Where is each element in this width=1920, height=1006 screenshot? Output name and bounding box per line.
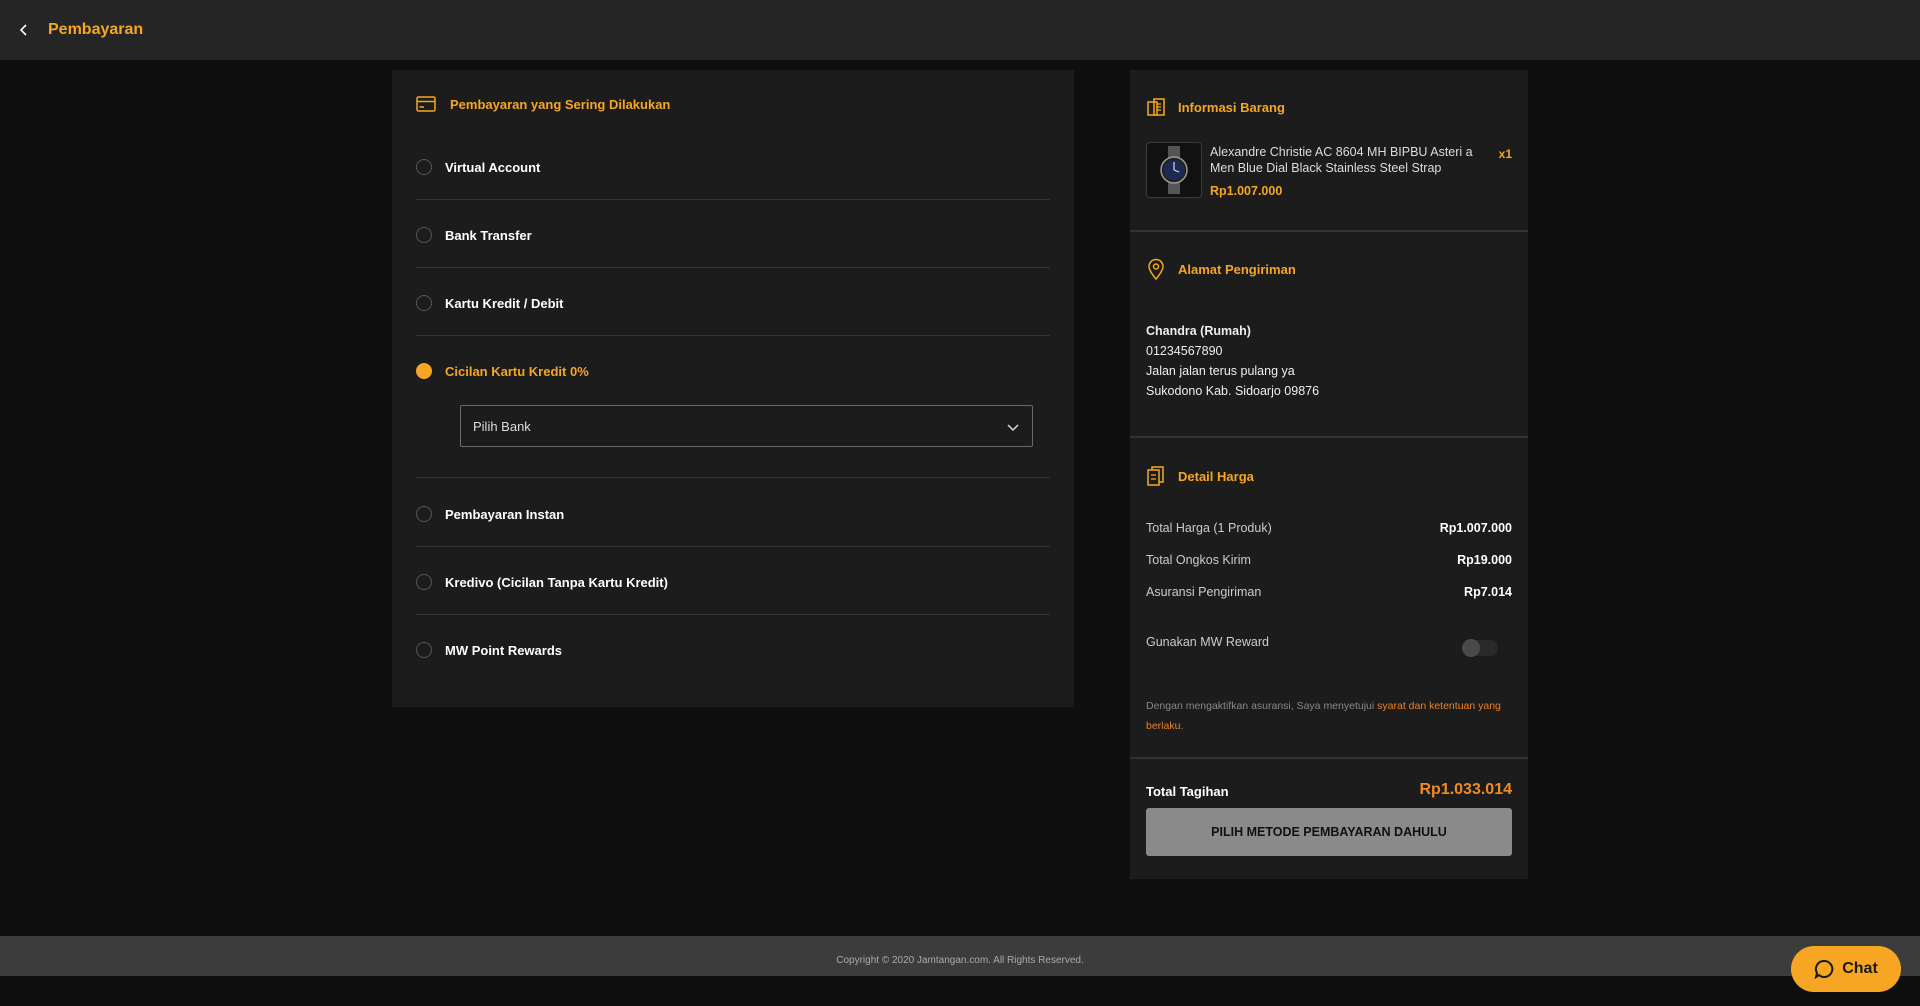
payment-section-title: Pembayaran yang Sering Dilakukan xyxy=(450,96,671,112)
price-row-label: Total Harga (1 Produk) xyxy=(1146,521,1272,535)
order-summary-panel: Informasi Barang Alexandre Christie AC 8… xyxy=(1130,70,1528,879)
method-label[interactable]: Pembayaran Instan xyxy=(445,507,564,522)
method-label[interactable]: Bank Transfer xyxy=(445,228,532,243)
chat-button[interactable]: Chat xyxy=(1791,946,1901,992)
product-thumbnail[interactable] xyxy=(1146,142,1202,198)
payment-methods-panel: Pembayaran yang Sering Dilakukan Virtual… xyxy=(392,70,1074,707)
document-icon xyxy=(1147,466,1164,486)
method-label[interactable]: Kredivo (Cicilan Tanpa Kartu Kredit) xyxy=(445,575,668,590)
mw-reward-toggle[interactable] xyxy=(1462,639,1498,657)
shipping-address-title: Alamat Pengiriman xyxy=(1178,261,1296,277)
radio-kredivo[interactable] xyxy=(416,574,432,590)
price-row-value: Rp19.000 xyxy=(1457,553,1512,567)
radio-credit-debit-card[interactable] xyxy=(416,295,432,311)
receipt-icon xyxy=(1147,98,1165,116)
radio-virtual-account[interactable] xyxy=(416,159,432,175)
product-price: Rp1.007.000 xyxy=(1210,184,1283,198)
total-bill-label: Total Tagihan xyxy=(1146,784,1229,799)
disclaimer-text: Dengan mengaktifkan asuransi, Saya menye… xyxy=(1146,700,1378,712)
item-info-section: Informasi Barang Alexandre Christie AC 8… xyxy=(1130,70,1528,232)
radio-mw-point-rewards[interactable] xyxy=(416,642,432,658)
recipient-phone: 01234567890 xyxy=(1146,344,1223,358)
product-name[interactable]: Alexandre Christie AC 8604 MH BIPBU Aste… xyxy=(1210,144,1480,176)
credit-card-icon xyxy=(416,96,436,112)
method-label[interactable]: Virtual Account xyxy=(445,160,540,175)
choose-payment-button[interactable]: PILIH METODE PEMBAYARAN DAHULU xyxy=(1146,808,1512,856)
address-street: Jalan jalan terus pulang ya xyxy=(1146,364,1295,378)
price-row-ongkos-kirim: Total Ongkos Kirim Rp19.000 xyxy=(1146,553,1512,567)
item-info-header: Informasi Barang xyxy=(1146,97,1285,117)
copyright-text: Copyright © 2020 Jamtangan.com. All Righ… xyxy=(836,955,1084,966)
insurance-disclaimer: Dengan mengaktifkan asuransi, Saya menye… xyxy=(1146,696,1516,736)
divider xyxy=(1130,757,1528,759)
chevron-left-icon xyxy=(19,24,27,36)
mw-reward-label: Gunakan MW Reward xyxy=(1146,635,1269,649)
method-virtual-account[interactable]: Virtual Account xyxy=(416,132,1050,200)
top-bar: Pembayaran xyxy=(0,0,1920,60)
total-bill-value: Rp1.033.014 xyxy=(1419,781,1512,798)
recipient-name: Chandra (Rumah) xyxy=(1146,324,1251,338)
mw-reward-row: Gunakan MW Reward xyxy=(1146,635,1512,649)
price-row-value: Rp7.014 xyxy=(1464,585,1512,599)
address-city: Sukodono Kab. Sidoarjo 09876 xyxy=(1146,384,1320,398)
radio-instant-payment[interactable] xyxy=(416,506,432,522)
method-label[interactable]: Kartu Kredit / Debit xyxy=(445,296,563,311)
price-detail-header: Detail Harga xyxy=(1146,465,1254,487)
radio-credit-installment[interactable] xyxy=(416,363,432,379)
method-label[interactable]: Cicilan Kartu Kredit 0% xyxy=(445,364,589,379)
method-label[interactable]: MW Point Rewards xyxy=(445,643,562,658)
shipping-address-header: Alamat Pengiriman xyxy=(1146,258,1296,280)
price-row-asuransi: Asuransi Pengiriman Rp7.014 xyxy=(1146,585,1512,599)
chevron-down-icon xyxy=(1007,424,1019,432)
back-button[interactable] xyxy=(12,18,36,42)
chat-bubble-icon xyxy=(1814,959,1834,979)
radio-bank-transfer[interactable] xyxy=(416,227,432,243)
method-instant-payment[interactable]: Pembayaran Instan xyxy=(416,479,1050,547)
method-kredivo[interactable]: Kredivo (Cicilan Tanpa Kartu Kredit) xyxy=(416,547,1050,615)
location-pin-icon xyxy=(1148,258,1164,280)
method-bank-transfer[interactable]: Bank Transfer xyxy=(416,200,1050,268)
method-credit-debit-card[interactable]: Kartu Kredit / Debit xyxy=(416,268,1050,336)
chat-label[interactable]: Chat xyxy=(1842,960,1878,978)
payment-section-header: Pembayaran yang Sering Dilakukan xyxy=(416,96,670,112)
bank-select-placeholder: Pilih Bank xyxy=(473,419,531,434)
watch-icon xyxy=(1160,146,1188,194)
item-info-title: Informasi Barang xyxy=(1178,99,1285,115)
price-row-label: Total Ongkos Kirim xyxy=(1146,553,1251,567)
product-quantity: x1 xyxy=(1498,147,1512,161)
page-title: Pembayaran xyxy=(48,21,144,38)
price-row-label: Asuransi Pengiriman xyxy=(1146,585,1262,599)
shipping-address-section: Alamat Pengiriman Chandra (Rumah) 012345… xyxy=(1130,232,1528,438)
toggle-knob xyxy=(1462,639,1480,657)
method-mw-point-rewards[interactable]: MW Point Rewards xyxy=(416,615,1050,683)
footer: Copyright © 2020 Jamtangan.com. All Righ… xyxy=(0,936,1920,976)
price-row-value: Rp1.007.000 xyxy=(1439,521,1512,535)
price-detail-title: Detail Harga xyxy=(1178,468,1254,484)
price-row-total-harga: Total Harga (1 Produk) Rp1.007.000 xyxy=(1146,521,1512,535)
bank-select-dropdown[interactable]: Pilih Bank xyxy=(460,405,1033,447)
